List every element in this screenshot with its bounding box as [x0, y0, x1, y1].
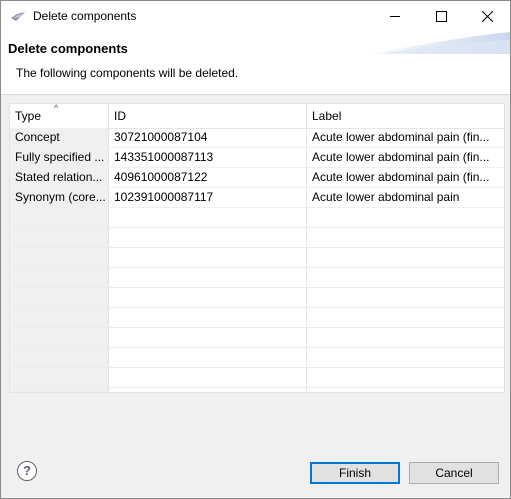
column-header-id-label: ID — [114, 109, 126, 123]
column-header-label-label: Label — [312, 109, 342, 123]
dialog-header: Delete components The following componen… — [1, 32, 510, 95]
cell-type: Stated relation... — [10, 168, 109, 187]
empty-table-row — [10, 368, 504, 388]
table-body: Concept 30721000087104 Acute lower abdom… — [10, 128, 504, 392]
empty-table-row — [10, 208, 504, 228]
table-header: Type ^ ID Label — [10, 104, 504, 129]
cell-type: Fully specified ... — [10, 148, 109, 167]
cell-id: 30721000087104 — [109, 128, 307, 147]
column-header-label[interactable]: Label — [307, 104, 504, 128]
title-bar[interactable]: Delete components — [1, 1, 510, 32]
cell-label: Acute lower abdominal pain (fin... — [312, 150, 490, 164]
table-row[interactable]: Fully specified ... 143351000087113 Acut… — [10, 148, 504, 168]
empty-table-row — [10, 328, 504, 348]
empty-table-row — [10, 388, 504, 392]
close-button[interactable] — [464, 1, 510, 32]
dialog-title: Delete components — [8, 41, 128, 56]
cancel-button[interactable]: Cancel — [409, 462, 499, 484]
sort-ascending-icon: ^ — [54, 103, 59, 113]
help-icon[interactable]: ? — [17, 461, 37, 481]
minimize-button[interactable] — [372, 1, 418, 32]
maximize-icon — [435, 11, 447, 22]
empty-table-row — [10, 288, 504, 308]
cell-id: 102391000087117 — [109, 188, 307, 207]
eclipse-app-icon — [11, 12, 25, 21]
cell-label: Acute lower abdominal pain (fin... — [312, 130, 490, 144]
window-title: Delete components — [33, 9, 137, 23]
maximize-button[interactable] — [418, 1, 464, 32]
cell-type: Synonym (core... — [10, 188, 109, 207]
cell-label: Acute lower abdominal pain (fin... — [312, 170, 490, 184]
cell-label: Acute lower abdominal pain — [312, 190, 460, 204]
empty-table-row — [10, 228, 504, 248]
cell-type: Concept — [10, 128, 109, 147]
table-row[interactable]: Concept 30721000087104 Acute lower abdom… — [10, 128, 504, 148]
column-header-type[interactable]: Type ^ — [10, 104, 109, 128]
column-header-type-label: Type — [15, 109, 42, 123]
empty-table-row — [10, 308, 504, 328]
dialog-message: The following components will be deleted… — [16, 66, 239, 80]
cell-id: 40961000087122 — [109, 168, 307, 187]
delete-components-dialog: Delete components Delete components The … — [0, 0, 511, 499]
header-decoration — [360, 32, 510, 54]
finish-button[interactable]: Finish — [310, 462, 400, 484]
empty-table-row — [10, 248, 504, 268]
cell-id: 143351000087113 — [109, 148, 307, 167]
components-table[interactable]: Type ^ ID Label Concept 30721000087104 A… — [9, 103, 505, 393]
empty-table-row — [10, 348, 504, 368]
table-row[interactable]: Synonym (core... 102391000087117 Acute l… — [10, 188, 504, 208]
close-icon — [481, 11, 493, 22]
column-header-id[interactable]: ID — [109, 104, 307, 128]
empty-table-row — [10, 268, 504, 288]
minimize-icon — [389, 16, 400, 17]
table-row[interactable]: Stated relation... 40961000087122 Acute … — [10, 168, 504, 188]
